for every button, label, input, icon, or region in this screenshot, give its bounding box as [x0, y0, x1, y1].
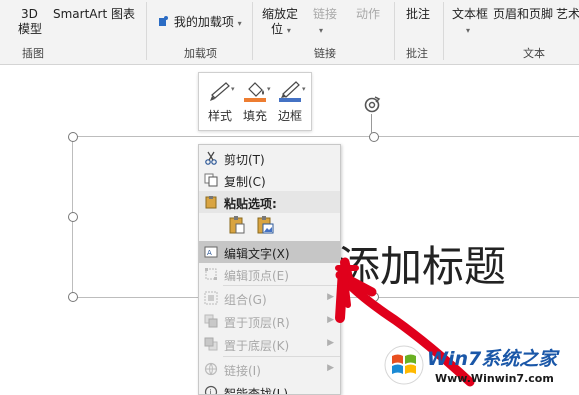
watermark: Win7系统之家 Www.Winwin7.com	[383, 340, 579, 393]
annotation-arrow-icon	[0, 0, 579, 393]
watermark-brand: Win7系统之家	[427, 344, 557, 371]
watermark-url: Www.Winwin7.com	[435, 372, 554, 385]
windows-logo-icon	[383, 344, 425, 386]
